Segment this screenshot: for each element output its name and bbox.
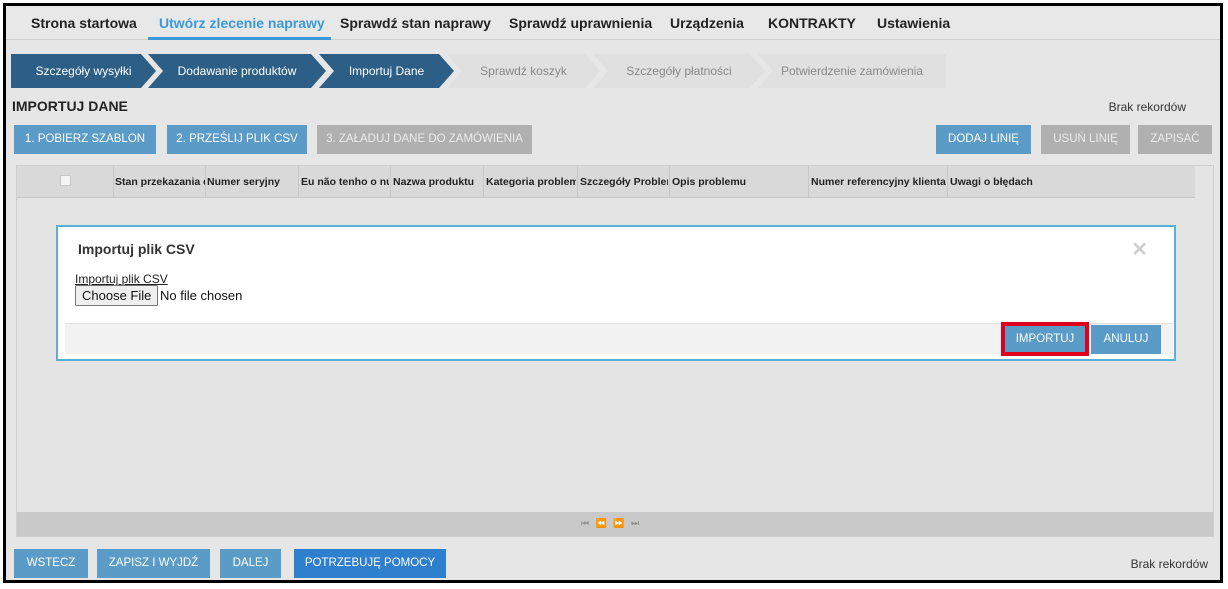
close-icon[interactable]: ✕ [1131,237,1148,262]
dialog-footer: IMPORTUJ ANULUJ [65,322,1173,356]
nav-item-settings[interactable]: Ustawienia [877,15,950,31]
app-frame: Strona startowa Utwórz zlecenie naprawy … [3,3,1223,583]
select-all-checkbox[interactable] [60,175,71,186]
nav-item-check-repair-status[interactable]: Sprawdź stan naprawy [340,15,491,31]
record-count-footer: Brak rekordów [1130,557,1208,571]
nav-item-create-repair-order[interactable]: Utwórz zlecenie naprawy [159,15,325,31]
next-button[interactable]: DALEJ [220,549,281,578]
pager-controls[interactable]: ⏮ ⏪ ⏩ ⏭ [581,518,641,529]
remove-line-button[interactable]: USUŃ LINIĘ [1041,125,1130,154]
need-help-button[interactable]: POTRZEBUJĘ POMOCY [294,549,446,578]
wizard-step-review-cart[interactable]: Sprawdź koszyk [447,54,600,88]
column-header[interactable]: Szczegóły Problem [580,176,668,188]
download-template-button[interactable]: 1. POBIERZ SZABLON [14,125,156,154]
file-field-label: Importuj plik CSV [75,272,168,286]
wizard-step-order-confirmation[interactable]: Potwierdzenie zamówienia [758,54,946,88]
cancel-button[interactable]: ANULUJ [1091,325,1161,354]
nav-item-check-entitlements[interactable]: Sprawdź uprawnienia [509,15,652,31]
wizard-step-add-products[interactable]: Dodawanie produktów [148,54,326,88]
wizard-step-label: Sprawdź koszyk [480,64,567,78]
wizard-step-label: Szczegóły płatności [626,64,732,78]
dialog-title: Importuj plik CSV [78,241,195,257]
save-button[interactable]: ZAPISAĆ [1138,125,1212,154]
top-nav: Strona startowa Utwórz zlecenie naprawy … [6,6,1220,40]
page-title: IMPORTUJ DANE [12,98,128,114]
import-csv-dialog: Importuj plik CSV ✕ Importuj plik CSV Ch… [56,225,1176,361]
column-header[interactable]: Uwagi o błędach [950,176,1100,188]
column-header[interactable]: Numer seryjny [207,176,297,188]
grid-pager-bar: ⏮ ⏪ ⏩ ⏭ [17,512,1213,536]
record-count: Brak rekordów [1108,100,1186,114]
column-header[interactable]: Eu não tenho o nú [301,176,389,188]
selected-file-status: No file chosen [160,288,243,303]
nav-item-home[interactable]: Strona startowa [31,15,137,31]
column-header[interactable]: Kategoria problem [486,176,576,188]
wizard-step-label: Potwierdzenie zamówienia [780,64,924,78]
column-header[interactable]: Stan przekazania d [115,176,205,188]
wizard-step-import-data[interactable]: Importuj Dane [319,54,454,88]
column-header[interactable]: Nazwa produktu [393,176,483,188]
save-and-exit-button[interactable]: ZAPISZ I WYJDŹ [97,549,210,578]
add-line-button[interactable]: DODAJ LINIĘ [936,125,1031,154]
column-header[interactable]: Opis problemu [672,176,807,188]
wizard-step-label: Szczegóły wysyłki [35,64,132,78]
column-header[interactable]: Numer referencyjny klienta [811,176,946,188]
nav-item-contracts[interactable]: KONTRAKTY [768,15,856,31]
choose-file-button[interactable]: Choose File [75,285,159,306]
nav-active-indicator [148,37,331,40]
import-button-highlight [1001,322,1089,356]
wizard-step-shipping-details[interactable]: Szczegóły wysyłki [11,54,156,88]
load-data-to-order-button[interactable]: 3. ZAŁADUJ DANE DO ZAMÓWIENIA [317,125,532,154]
upload-csv-button[interactable]: 2. PRZEŚLIJ PLIK CSV [167,125,307,154]
wizard-step-payment-details[interactable]: Szczegóły płatności [593,54,765,88]
grid-header: Stan przekazania d Numer seryjny Eu não … [17,166,1195,198]
wizard-step-label: Importuj Dane [348,64,425,78]
nav-item-devices[interactable]: Urządzenia [670,15,744,31]
wizard-step-label: Dodawanie produktów [177,64,297,78]
back-button[interactable]: WSTECZ [14,549,88,578]
